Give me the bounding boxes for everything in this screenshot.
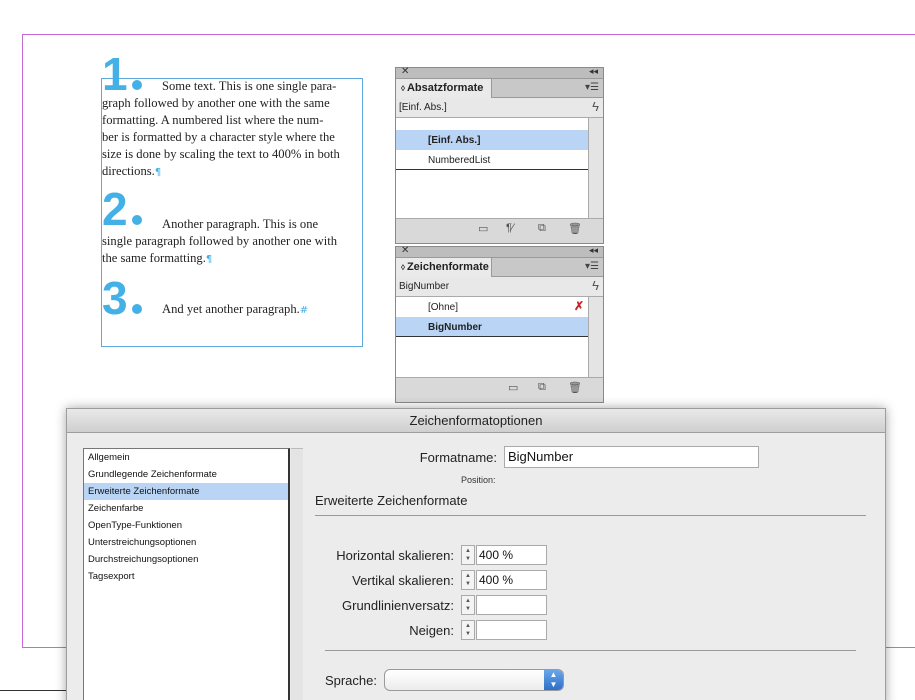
horizontal-scale-label: Horizontal skalieren: <box>336 548 454 563</box>
category-item-unterstreichung[interactable]: Unterstreichungsoptionen <box>84 534 288 551</box>
skew-input[interactable] <box>476 620 547 640</box>
text-line: directions.¶ <box>102 164 162 178</box>
no-edit-icon: ✗ <box>573 299 584 313</box>
language-label: Sprache: <box>324 673 377 688</box>
trash-icon[interactable]: 🗑 <box>568 381 582 394</box>
panel-tab-row: ◊ Zeichenformate ▾☰ <box>396 258 603 277</box>
formatname-input[interactable]: BigNumber <box>504 446 759 468</box>
baseline-shift-label: Grundlinienversatz: <box>342 598 454 613</box>
character-styles-panel: ✕ ◂◂ ◊ Zeichenformate ▾☰ BigNumber ϟ [Ohn… <box>395 245 604 403</box>
clear-overrides-icon[interactable]: ¶⁄ <box>506 222 514 234</box>
panel-menu-icon[interactable]: ▾☰ <box>585 261 599 272</box>
tab-paragraph-styles[interactable]: ◊ Absatzformate <box>396 79 492 98</box>
category-list-gutter <box>291 448 303 700</box>
paragraph-3[interactable]: 3 And yet another paragraph.# <box>102 275 364 321</box>
category-item-opentype[interactable]: OpenType-Funktionen <box>84 517 288 534</box>
style-list-area: [Einf. Abs.] NumberedList <box>396 118 603 218</box>
tab-character-styles[interactable]: ◊ Zeichenformate <box>396 258 492 277</box>
text-line: graph followed by another one with the s… <box>102 96 330 110</box>
sort-arrows-icon: ◊ <box>401 263 405 272</box>
panel-footer: ▭ ⧉ 🗑 <box>396 377 603 397</box>
position-label: Position: <box>461 475 496 485</box>
pilcrow-icon: ¶ <box>154 167 162 178</box>
indesign-workspace: 1 Some text. This is one single para- gr… <box>0 0 915 700</box>
vertical-scale-label: Vertikal skalieren: <box>352 573 454 588</box>
text-frame[interactable]: 1 Some text. This is one single para- gr… <box>101 51 364 347</box>
margin-guide-left <box>22 34 23 648</box>
horizontal-scale-input[interactable]: 400 % <box>476 545 547 565</box>
text-line: the same formatting.¶ <box>102 251 213 265</box>
dialog-title: Zeichenformatoptionen <box>67 409 885 433</box>
section-title: Erweiterte Zeichenformate <box>315 493 468 508</box>
scrollbar[interactable] <box>589 118 603 218</box>
fields-divider <box>325 650 856 651</box>
current-style: BigNumber ϟ <box>396 277 603 297</box>
close-icon[interactable]: ✕ <box>401 66 409 77</box>
baseline-shift-input[interactable] <box>476 595 547 615</box>
text-line: single paragraph followed by another one… <box>102 234 338 248</box>
folder-icon[interactable]: ▭ <box>478 222 488 235</box>
big-number-3: 3 <box>102 275 142 321</box>
page-edge <box>0 690 70 691</box>
current-style: [Einf. Abs.] ϟ <box>396 98 603 118</box>
new-style-icon[interactable]: ⧉ <box>538 222 546 235</box>
skew-stepper[interactable]: ▲ ▼ <box>461 620 475 640</box>
style-list-area: [Ohne] ✗ BigNumber <box>396 297 603 377</box>
vertical-scale-input[interactable]: 400 % <box>476 570 547 590</box>
panel-titlebar[interactable]: ✕ ◂◂ <box>396 66 603 79</box>
lightning-icon[interactable]: ϟ <box>592 99 599 114</box>
formatname-label: Formatname: <box>419 450 497 465</box>
baseline-shift-stepper[interactable]: ▲ ▼ <box>461 595 475 615</box>
text-line: formatting. A numbered list where the nu… <box>102 113 324 127</box>
skew-label: Neigen: <box>409 623 454 638</box>
close-icon[interactable]: ✕ <box>401 245 409 256</box>
big-number-1: 1 <box>102 51 142 97</box>
paragraph-1[interactable]: 1 Some text. This is one single para- gr… <box>102 51 364 181</box>
category-item-durchstreichung[interactable]: Durchstreichungsoptionen <box>84 551 288 568</box>
folder-icon[interactable]: ▭ <box>508 381 518 394</box>
panel-footer: ▭ ¶⁄ ⧉ 🗑 <box>396 218 603 238</box>
character-style-options-dialog: Zeichenformatoptionen Allgemein Grundleg… <box>66 408 886 700</box>
panel-menu-icon[interactable]: ▾☰ <box>585 82 599 93</box>
paragraph-2[interactable]: 2 Another paragraph. This is one single … <box>102 186 364 268</box>
style-item-numberedlist[interactable]: NumberedList <box>396 150 588 170</box>
new-style-icon[interactable]: ⧉ <box>538 381 546 394</box>
sort-arrows-icon: ◊ <box>401 84 405 93</box>
big-number-2: 2 <box>102 186 142 232</box>
horizontal-scale-stepper[interactable]: ▲ ▼ <box>461 545 475 565</box>
category-item-tagsexport[interactable]: Tagsexport <box>84 568 288 585</box>
style-list: [Einf. Abs.] NumberedList <box>396 118 589 218</box>
category-list: Allgemein Grundlegende Zeichenformate Er… <box>83 448 290 700</box>
style-list: [Ohne] ✗ BigNumber <box>396 297 589 377</box>
panel-titlebar[interactable]: ✕ ◂◂ <box>396 245 603 258</box>
trash-icon[interactable]: 🗑 <box>568 222 582 235</box>
language-select[interactable]: ▲ ▼ <box>384 669 564 691</box>
margin-guide-top <box>22 34 915 35</box>
select-arrows-icon[interactable]: ▲ ▼ <box>544 670 563 690</box>
text-line: ber is formatted by a character style wh… <box>102 130 335 144</box>
category-item-allgemein[interactable]: Allgemein <box>84 449 288 466</box>
vertical-scale-stepper[interactable]: ▲ ▼ <box>461 570 475 590</box>
category-item-grundlegende[interactable]: Grundlegende Zeichenformate <box>84 466 288 483</box>
section-divider <box>315 515 866 516</box>
end-of-story-icon: # <box>299 305 309 316</box>
style-item-bignumber[interactable]: BigNumber <box>396 317 588 337</box>
scrollbar[interactable] <box>589 297 603 377</box>
paragraph-styles-panel: ✕ ◂◂ ◊ Absatzformate ▾☰ [Einf. Abs.] ϟ [E… <box>395 66 604 244</box>
pilcrow-icon: ¶ <box>205 254 213 265</box>
category-item-zeichenfarbe[interactable]: Zeichenfarbe <box>84 500 288 517</box>
collapse-icon[interactable]: ◂◂ <box>589 66 598 77</box>
category-item-erweiterte[interactable]: Erweiterte Zeichenformate <box>84 483 288 500</box>
style-item-einf-abs[interactable]: [Einf. Abs.] <box>396 130 588 150</box>
text-line: size is done by scaling the text to 400%… <box>102 147 340 161</box>
lightning-icon[interactable]: ϟ <box>592 278 599 293</box>
collapse-icon[interactable]: ◂◂ <box>589 245 598 256</box>
style-item-ohne[interactable]: [Ohne] ✗ <box>396 297 588 317</box>
panel-tab-row: ◊ Absatzformate ▾☰ <box>396 79 603 98</box>
